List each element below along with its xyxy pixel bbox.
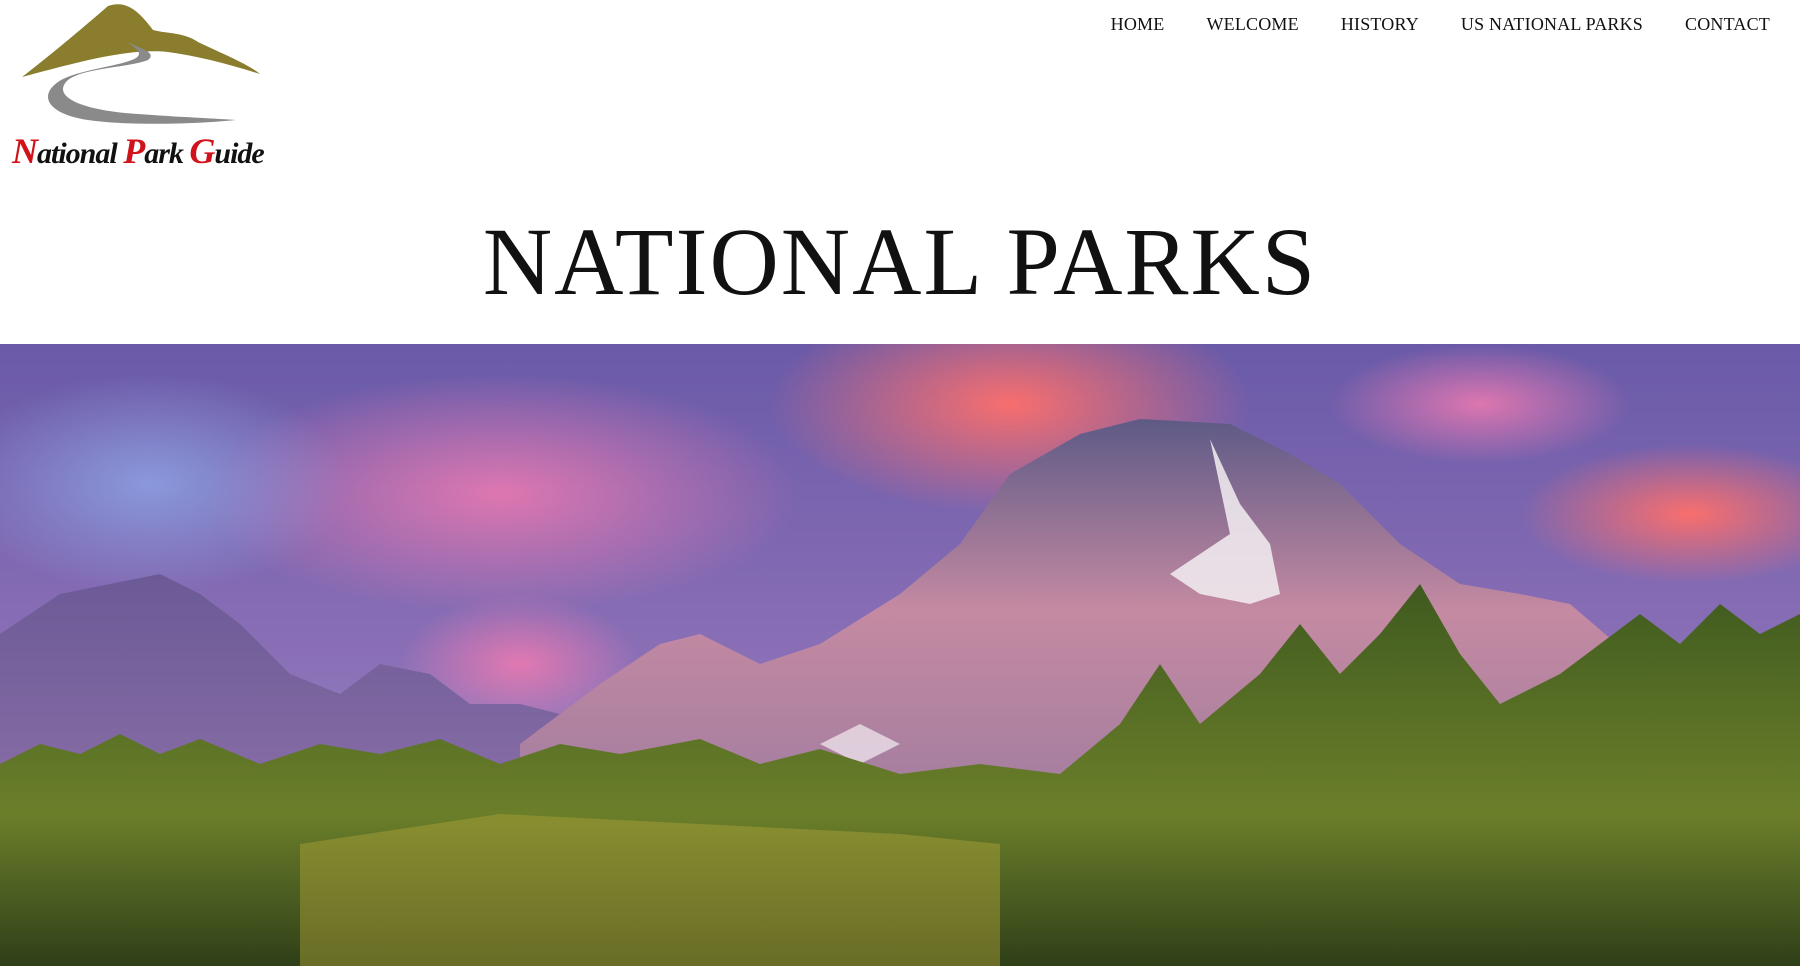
nav-history-link[interactable]: HISTORY <box>1320 14 1440 34</box>
page-title: NATIONAL PARKS <box>482 208 1318 315</box>
main-nav: HOME WELCOME HISTORY US NATIONAL PARKS C… <box>1090 14 1770 34</box>
nav-contact-link[interactable]: CONTACT <box>1664 14 1770 34</box>
mountain-landscape-image <box>0 344 1800 966</box>
site-logo[interactable]: National Park Guide <box>8 2 270 174</box>
nav-us-national-parks-link[interactable]: US NATIONAL PARKS <box>1440 14 1664 34</box>
nav-home-link[interactable]: HOME <box>1090 14 1186 34</box>
hero-image <box>0 344 1800 966</box>
logo-text: National Park Guide <box>12 131 265 171</box>
nav-welcome-link[interactable]: WELCOME <box>1185 14 1319 34</box>
logo-mountain-icon <box>22 4 260 124</box>
